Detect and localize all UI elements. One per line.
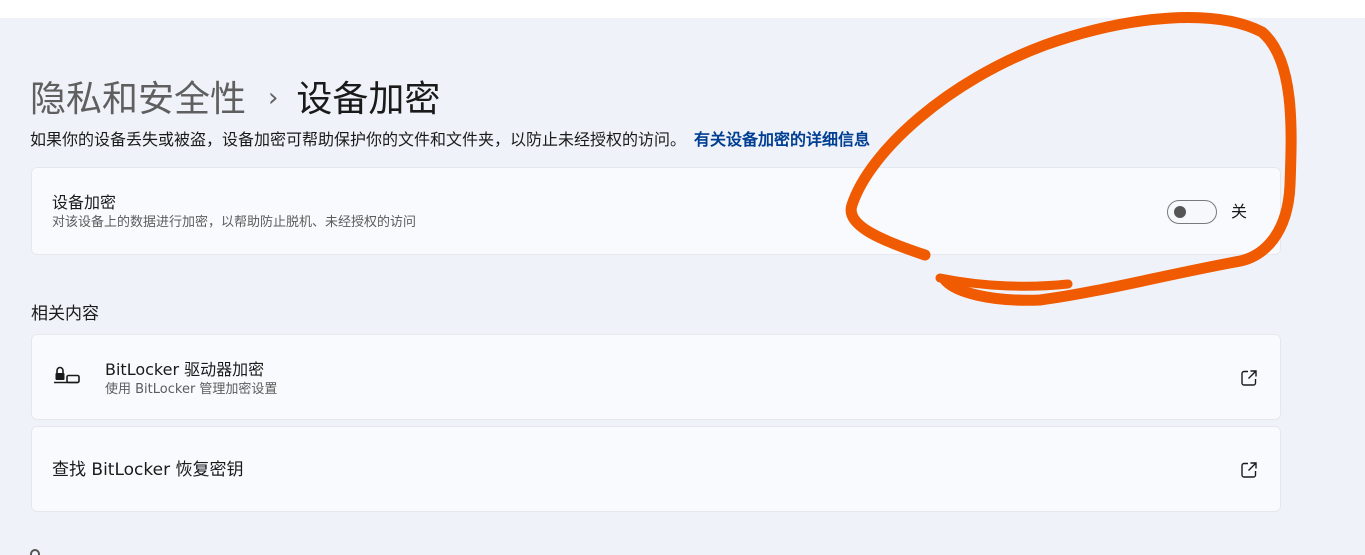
description-text: 如果你的设备丢失或被盗，设备加密可帮助保护你的文件和文件夹，以防止未经授权的访问…: [30, 130, 687, 149]
breadcrumb-separator: ›: [268, 83, 279, 113]
open-external-icon[interactable]: [1240, 369, 1258, 387]
help-icon: [30, 549, 40, 555]
breadcrumb: 隐私和安全性 › 设备加密: [30, 80, 440, 120]
device-encryption-title: 设备加密: [52, 193, 117, 212]
bitlocker-title: BitLocker 驱动器加密: [105, 360, 265, 379]
recovery-key-title: 查找 BitLocker 恢复密钥: [52, 460, 244, 480]
toggle-knob: [1174, 206, 1186, 218]
related-content-heading: 相关内容: [31, 304, 99, 324]
device-encryption-toggle[interactable]: [1167, 200, 1217, 224]
page-description: 如果你的设备丢失或被盗，设备加密可帮助保护你的文件和文件夹，以防止未经授权的访问…: [30, 128, 870, 152]
lock-drive-icon: [54, 366, 80, 384]
open-external-icon[interactable]: [1240, 461, 1258, 479]
device-encryption-card: 设备加密 对该设备上的数据进行加密，以帮助防止脱机、未经授权的访问 关: [31, 167, 1281, 255]
toggle-state-label: 关: [1231, 202, 1248, 221]
bitlocker-drive-encryption-card[interactable]: BitLocker 驱动器加密 使用 BitLocker 管理加密设置: [31, 334, 1281, 420]
learn-more-link[interactable]: 有关设备加密的详细信息: [694, 130, 870, 149]
bitlocker-subtitle: 使用 BitLocker 管理加密设置: [105, 382, 278, 397]
page-title: 设备加密: [296, 79, 441, 120]
find-recovery-key-card[interactable]: 查找 BitLocker 恢复密钥: [31, 426, 1281, 512]
breadcrumb-privacy-security[interactable]: 隐私和安全性: [30, 80, 246, 120]
device-encryption-subtitle: 对该设备上的数据进行加密，以帮助防止脱机、未经授权的访问: [52, 215, 417, 230]
